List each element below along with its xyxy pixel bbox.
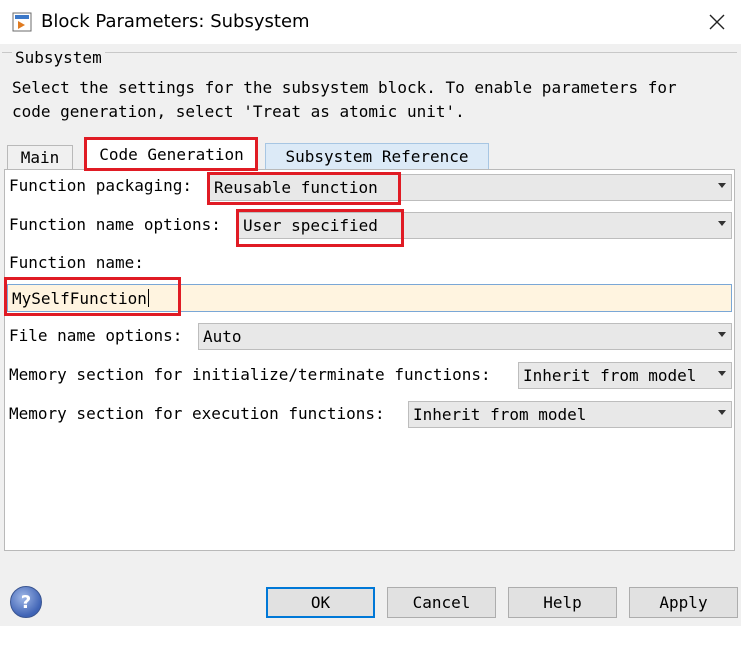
title-bar: Block Parameters: Subsystem — [0, 0, 741, 45]
close-icon — [709, 14, 725, 30]
memory-exec-value: Inherit from model — [413, 405, 587, 424]
function-name-options-dropdown[interactable]: User specified — [238, 212, 732, 239]
apply-button[interactable]: Apply — [629, 587, 738, 618]
function-name-options-value: User specified — [243, 216, 378, 235]
chevron-down-icon — [718, 371, 726, 376]
cancel-button[interactable]: Cancel — [387, 587, 496, 618]
ok-button[interactable]: OK — [266, 587, 375, 618]
group-description: Select the settings for the subsystem bl… — [12, 76, 732, 124]
chevron-down-icon — [718, 332, 726, 337]
tab-subsystem-reference[interactable]: Subsystem Reference — [265, 143, 489, 169]
close-button[interactable] — [700, 6, 734, 38]
chevron-down-icon — [718, 410, 726, 415]
help-icon[interactable]: ? — [10, 586, 42, 618]
file-name-options-value: Auto — [203, 327, 242, 346]
function-name-options-label: Function name options: — [9, 215, 221, 234]
tab-main[interactable]: Main — [7, 145, 73, 169]
tab-code-generation[interactable]: Code Generation — [86, 138, 257, 170]
description-line-2: code generation, select 'Treat as atomic… — [12, 102, 465, 121]
function-name-label: Function name: — [9, 253, 144, 272]
function-packaging-dropdown[interactable]: Reusable function — [209, 174, 732, 201]
help-button[interactable]: Help — [508, 587, 617, 618]
text-caret — [147, 289, 149, 307]
memory-init-term-dropdown[interactable]: Inherit from model — [518, 362, 732, 389]
chevron-down-icon — [718, 221, 726, 226]
window-bottom-edge — [0, 626, 741, 648]
function-name-value: MySelfFunction — [12, 288, 147, 308]
file-name-options-label: File name options: — [9, 326, 183, 345]
chevron-down-icon — [718, 183, 726, 188]
memory-init-term-value: Inherit from model — [523, 366, 697, 385]
simulink-block-icon — [12, 12, 32, 32]
function-packaging-label: Function packaging: — [9, 176, 193, 195]
memory-exec-dropdown[interactable]: Inherit from model — [408, 401, 732, 428]
group-title: Subsystem — [12, 48, 105, 67]
function-name-input[interactable]: MySelfFunction — [7, 284, 732, 312]
window-title: Block Parameters: Subsystem — [41, 11, 310, 32]
memory-init-term-label: Memory section for initialize/terminate … — [9, 365, 491, 384]
function-packaging-value: Reusable function — [214, 178, 378, 197]
memory-exec-label: Memory section for execution functions: — [9, 404, 385, 423]
file-name-options-dropdown[interactable]: Auto — [198, 323, 732, 350]
description-line-1: Select the settings for the subsystem bl… — [12, 78, 677, 97]
